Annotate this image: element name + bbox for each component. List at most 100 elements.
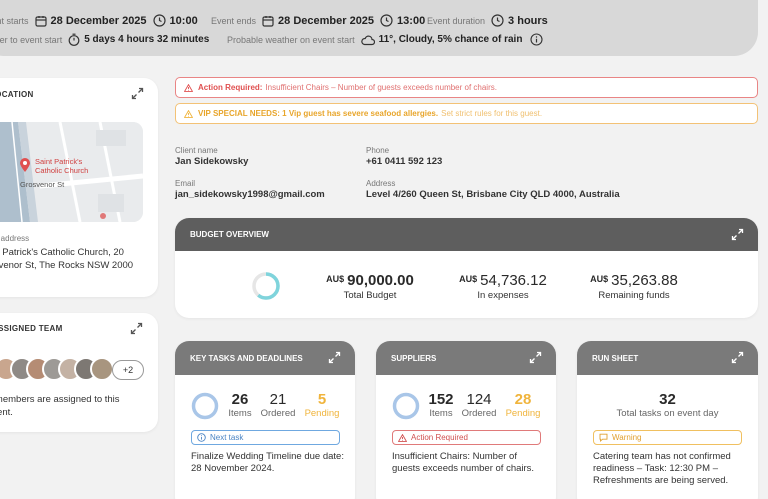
- event-address-value: Saint Patrick's Catholic Church, 20 Gros…: [0, 247, 134, 271]
- suppliers-pending-label: Pending: [505, 408, 541, 419]
- total-budget-value: 90,000.00: [347, 272, 414, 289]
- phone-label: Phone: [366, 146, 390, 155]
- run-sheet-total-value: 32: [659, 391, 676, 408]
- tasks-items-value: 26: [231, 391, 249, 408]
- address-label: Address: [366, 179, 396, 188]
- weather-value: 11°, Cloudy, 5% chance of rain: [378, 34, 523, 45]
- suppliers-ordered-value: 124: [466, 391, 492, 408]
- weather-label: Probable weather on event start: [227, 34, 355, 45]
- suppliers-items-stat: 152 Items: [425, 391, 457, 419]
- run-sheet-total-label: Total tasks on event day: [616, 408, 719, 419]
- tasks-ordered-label: Ordered: [260, 408, 296, 419]
- weather-row: Probable weather on event start 11°, Clo…: [227, 33, 547, 46]
- event-start-time: 10:00: [169, 14, 198, 27]
- run-sheet-card: RUN SHEET 32 Total tasks on event day Wa…: [577, 341, 758, 499]
- action-required-pill[interactable]: Action Required: [392, 430, 541, 445]
- event-duration-label: Event duration: [427, 15, 486, 26]
- email-label: Email: [175, 179, 196, 188]
- map-street-label: Grosvenor St: [20, 180, 65, 189]
- suppliers-items-value: 152: [428, 391, 454, 408]
- event-start-row: Event starts 28 December 2025 10:00: [0, 14, 198, 27]
- cloud-icon: [360, 34, 375, 46]
- currency-label: AU$: [590, 274, 609, 284]
- clock-icon: [380, 14, 393, 27]
- chat-bubble-icon: [599, 433, 608, 442]
- avatar[interactable]: [90, 357, 114, 381]
- remaining-label: Remaining funds: [598, 290, 670, 301]
- timer-label: Timer to event start: [0, 34, 63, 45]
- expand-icon[interactable]: [328, 351, 341, 364]
- event-duration-row: Event duration 3 hours: [427, 14, 548, 27]
- currency-label: AU$: [459, 274, 478, 284]
- suppliers-title: SUPPLIERS: [391, 353, 437, 363]
- action-required-alert[interactable]: Action Required: Insufficient Chairs – N…: [175, 77, 758, 98]
- phone-value[interactable]: +61 0411 592 123: [366, 156, 442, 167]
- address-value: Level 4/260 Queen St, Brisbane City QLD …: [366, 189, 620, 200]
- suppliers-items-label: Items: [429, 408, 453, 419]
- action-required-prefix: Action Required:: [198, 83, 263, 92]
- expand-icon[interactable]: [731, 351, 744, 364]
- assigned-team-title: ASSIGNED TEAM: [0, 324, 63, 333]
- event-end-row: Event ends 28 December 2025 13:00: [211, 14, 425, 27]
- timer-value: 5 days 4 hours 32 minutes: [84, 34, 210, 45]
- tasks-items-stat: 26 Items: [226, 391, 254, 419]
- tasks-ordered-value: 21: [269, 391, 287, 408]
- warning-pill[interactable]: Warning: [593, 430, 742, 445]
- budget-ring: [251, 271, 281, 301]
- event-start-label: Event starts: [0, 15, 29, 26]
- extra-members-badge[interactable]: +2: [112, 360, 144, 380]
- location-card-title: LOCATION: [0, 90, 34, 99]
- stopwatch-icon: [68, 33, 80, 46]
- info-icon: [197, 433, 206, 442]
- info-icon[interactable]: [530, 33, 543, 46]
- expenses-label: In expenses: [477, 290, 529, 301]
- total-budget-stat: AU$ 90,000.00 Total Budget: [322, 272, 418, 301]
- map-place-label: Saint Patrick's Catholic Church: [35, 157, 89, 175]
- client-name-label: Client name: [175, 146, 218, 155]
- expand-icon[interactable]: [131, 87, 144, 100]
- calendar-icon: [262, 15, 274, 27]
- location-map[interactable]: Saint Patrick's Catholic Church Grosveno…: [0, 122, 143, 222]
- suppliers-card: SUPPLIERS 152 Items 124 Ordered 28 Pendi…: [376, 341, 556, 499]
- tasks-pending-value: 5: [317, 391, 327, 408]
- budget-overview-header[interactable]: BUDGET OVERVIEW: [175, 218, 758, 251]
- assigned-team-card: ASSIGNED TEAM +2 7 members are assigned …: [0, 313, 158, 432]
- action-required-text: Insufficient Chairs – Number of guests e…: [265, 83, 497, 92]
- next-task-label: Next task: [210, 433, 244, 442]
- suppliers-body-text: Insufficient Chairs: Number of guests ex…: [392, 451, 535, 474]
- key-tasks-title: KEY TASKS AND DEADLINES: [190, 353, 303, 363]
- vip-prefix: VIP SPECIAL NEEDS: 1 Vip guest has sever…: [198, 109, 439, 118]
- event-timer-row: Timer to event start 5 days 4 hours 32 m…: [0, 33, 209, 46]
- tasks-ring: [191, 392, 219, 420]
- map-pin-icon: [19, 157, 31, 173]
- warning-triangle-icon: [184, 109, 193, 118]
- remaining-value: 35,263.88: [611, 272, 678, 289]
- suppliers-ring: [392, 392, 420, 420]
- warning-triangle-icon: [398, 433, 407, 442]
- tasks-items-label: Items: [228, 408, 252, 419]
- expand-icon[interactable]: [130, 322, 143, 335]
- event-start-date: 28 December 2025: [50, 14, 147, 27]
- tasks-pending-stat: 5 Pending: [302, 391, 342, 419]
- warning-triangle-icon: [184, 83, 193, 92]
- event-end-date: 28 December 2025: [278, 14, 375, 27]
- expand-icon[interactable]: [731, 228, 744, 241]
- client-name-value: Jan Sidekowsky: [175, 156, 249, 167]
- expand-icon[interactable]: [529, 351, 542, 364]
- key-tasks-card: KEY TASKS AND DEADLINES 26 Items 21 Orde…: [175, 341, 355, 499]
- suppliers-ordered-stat: 124 Ordered: [460, 391, 498, 419]
- budget-overview-title: BUDGET OVERVIEW: [190, 230, 269, 239]
- event-duration-value: 3 hours: [508, 14, 548, 27]
- event-address-label: Event address: [0, 234, 30, 243]
- vip-special-needs-alert[interactable]: VIP SPECIAL NEEDS: 1 Vip guest has sever…: [175, 103, 758, 124]
- run-sheet-title: RUN SHEET: [592, 353, 639, 363]
- location-card: LOCATION Saint Patrick's Catholic Church…: [0, 78, 158, 297]
- suppliers-pending-value: 28: [514, 391, 532, 408]
- team-avatars[interactable]: [0, 357, 124, 383]
- next-task-pill[interactable]: Next task: [191, 430, 340, 445]
- run-sheet-body-text: Catering team has not confirmed readines…: [593, 451, 731, 486]
- suppliers-pending-stat: 28 Pending: [503, 391, 543, 419]
- tasks-ordered-stat: 21 Ordered: [259, 391, 297, 419]
- email-value[interactable]: jan_sidekowsky1998@gmail.com: [175, 189, 325, 200]
- event-end-time: 13:00: [397, 14, 426, 27]
